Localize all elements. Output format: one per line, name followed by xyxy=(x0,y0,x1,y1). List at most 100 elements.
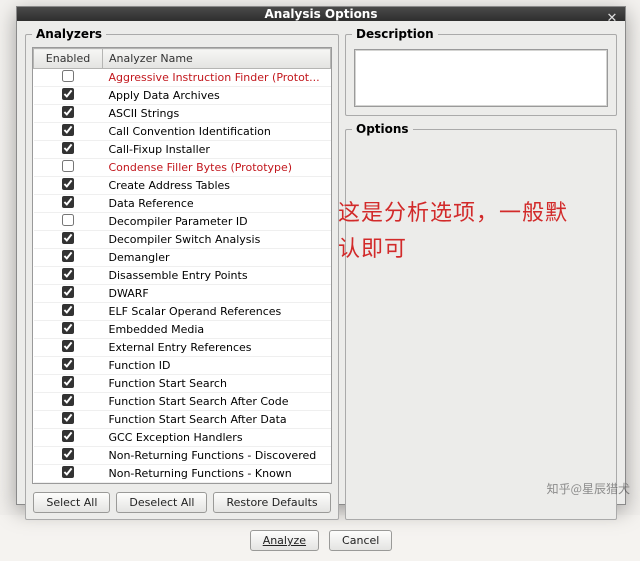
enable-checkbox[interactable] xyxy=(62,250,74,262)
enable-checkbox[interactable] xyxy=(62,106,74,118)
row-enabled-cell xyxy=(34,285,103,303)
table-row[interactable]: GCC Exception Handlers xyxy=(34,429,331,447)
enable-checkbox[interactable] xyxy=(62,70,74,82)
enable-checkbox[interactable] xyxy=(62,142,74,154)
analyzer-name[interactable]: Condense Filler Bytes (Prototype) xyxy=(103,159,331,177)
table-row[interactable]: Create Address Tables xyxy=(34,177,331,195)
table-row[interactable]: Call-Fixup Installer xyxy=(34,141,331,159)
table-row[interactable]: Disassemble Entry Points xyxy=(34,267,331,285)
table-row[interactable]: Demangler xyxy=(34,249,331,267)
analyzers-table-wrap[interactable]: Enabled Analyzer Name Aggressive Instruc… xyxy=(32,47,332,484)
analyzer-name[interactable]: Embedded Media xyxy=(103,321,331,339)
options-content xyxy=(352,142,610,513)
analyzer-name[interactable]: Function Start Search xyxy=(103,375,331,393)
table-row[interactable]: ASCII Strings xyxy=(34,105,331,123)
table-row[interactable]: Embedded Media xyxy=(34,321,331,339)
cancel-button[interactable]: Cancel xyxy=(329,530,392,551)
analyzer-name[interactable]: Decompiler Switch Analysis xyxy=(103,231,331,249)
analyzer-name[interactable]: Data Reference xyxy=(103,195,331,213)
analyzer-name[interactable]: GCC Exception Handlers xyxy=(103,429,331,447)
enable-checkbox[interactable] xyxy=(62,304,74,316)
analyzer-name[interactable]: Function Start Search After Code xyxy=(103,393,331,411)
analyzers-table: Enabled Analyzer Name Aggressive Instruc… xyxy=(33,48,331,483)
analyze-button[interactable]: Analyze xyxy=(250,530,319,551)
row-enabled-cell xyxy=(34,303,103,321)
row-enabled-cell xyxy=(34,213,103,231)
select-all-button[interactable]: Select All xyxy=(33,492,110,513)
analyzer-name[interactable]: Non-Returning Functions - Discovered xyxy=(103,447,331,465)
row-enabled-cell xyxy=(34,249,103,267)
analyzer-name[interactable]: Decompiler Parameter ID xyxy=(103,213,331,231)
table-row[interactable]: Non-Returning Functions - Discovered xyxy=(34,447,331,465)
table-row[interactable]: Decompiler Switch Analysis xyxy=(34,231,331,249)
table-header-row: Enabled Analyzer Name xyxy=(34,49,331,69)
row-enabled-cell xyxy=(34,105,103,123)
analyzer-name[interactable]: Demangler xyxy=(103,249,331,267)
enable-checkbox[interactable] xyxy=(62,376,74,388)
analyzer-name[interactable]: Function ID xyxy=(103,357,331,375)
enable-checkbox[interactable] xyxy=(62,340,74,352)
table-row[interactable]: Condense Filler Bytes (Prototype) xyxy=(34,159,331,177)
table-row[interactable]: DWARF xyxy=(34,285,331,303)
col-name-header[interactable]: Analyzer Name xyxy=(103,49,331,69)
analyzer-name[interactable]: ASCII Strings xyxy=(103,105,331,123)
analyzer-name[interactable]: Call Convention Identification xyxy=(103,123,331,141)
enable-checkbox[interactable] xyxy=(62,268,74,280)
enable-checkbox[interactable] xyxy=(62,394,74,406)
options-legend: Options xyxy=(352,122,413,136)
enable-checkbox[interactable] xyxy=(62,124,74,136)
close-icon[interactable]: ✕ xyxy=(603,9,621,27)
enable-checkbox[interactable] xyxy=(62,466,74,478)
analyzer-buttons: Select All Deselect All Restore Defaults xyxy=(32,484,332,513)
analysis-options-dialog: Analysis Options ✕ Analyzers Enabled Ana… xyxy=(16,6,626,505)
bottom-buttons: Analyze Cancel xyxy=(25,526,617,553)
table-row[interactable]: Function Start Search After Data xyxy=(34,411,331,429)
enable-checkbox[interactable] xyxy=(62,88,74,100)
row-enabled-cell xyxy=(34,141,103,159)
enable-checkbox[interactable] xyxy=(62,430,74,442)
table-row[interactable]: Function ID xyxy=(34,357,331,375)
row-enabled-cell xyxy=(34,177,103,195)
table-row[interactable]: Call Convention Identification xyxy=(34,123,331,141)
description-text xyxy=(354,49,608,107)
enable-checkbox[interactable] xyxy=(62,178,74,190)
analyzer-name[interactable]: External Entry References xyxy=(103,339,331,357)
enable-checkbox[interactable] xyxy=(62,412,74,424)
row-enabled-cell xyxy=(34,231,103,249)
analyzer-name[interactable]: Disassemble Entry Points xyxy=(103,267,331,285)
table-row[interactable]: Function Start Search xyxy=(34,375,331,393)
analyzer-name[interactable]: Aggressive Instruction Finder (Protot... xyxy=(103,69,331,87)
panes: Analyzers Enabled Analyzer Name Aggressi… xyxy=(25,27,617,520)
table-row[interactable]: Aggressive Instruction Finder (Protot... xyxy=(34,69,331,87)
enable-checkbox[interactable] xyxy=(62,358,74,370)
enable-checkbox[interactable] xyxy=(62,232,74,244)
table-row[interactable]: Data Reference xyxy=(34,195,331,213)
row-enabled-cell xyxy=(34,87,103,105)
analyzer-name[interactable]: DWARF xyxy=(103,285,331,303)
table-row[interactable]: Function Start Search After Code xyxy=(34,393,331,411)
analyzer-name[interactable]: Apply Data Archives xyxy=(103,87,331,105)
deselect-all-button[interactable]: Deselect All xyxy=(116,492,207,513)
analyzer-name[interactable]: Non-Returning Functions - Known xyxy=(103,465,331,483)
enable-checkbox[interactable] xyxy=(62,448,74,460)
row-enabled-cell xyxy=(34,429,103,447)
enable-checkbox[interactable] xyxy=(62,160,74,172)
analyzer-name[interactable]: Call-Fixup Installer xyxy=(103,141,331,159)
analyzers-legend: Analyzers xyxy=(32,27,106,41)
enable-checkbox[interactable] xyxy=(62,322,74,334)
analyzer-name[interactable]: ELF Scalar Operand References xyxy=(103,303,331,321)
col-enabled-header[interactable]: Enabled xyxy=(34,49,103,69)
restore-defaults-button[interactable]: Restore Defaults xyxy=(213,492,330,513)
analyzer-name[interactable]: Function Start Search After Data xyxy=(103,411,331,429)
enable-checkbox[interactable] xyxy=(62,214,74,226)
table-row[interactable]: Non-Returning Functions - Known xyxy=(34,465,331,483)
enable-checkbox[interactable] xyxy=(62,196,74,208)
table-row[interactable]: Apply Data Archives xyxy=(34,87,331,105)
table-row[interactable]: ELF Scalar Operand References xyxy=(34,303,331,321)
row-enabled-cell xyxy=(34,321,103,339)
table-row[interactable]: Decompiler Parameter ID xyxy=(34,213,331,231)
analyzer-name[interactable]: Create Address Tables xyxy=(103,177,331,195)
table-row[interactable]: External Entry References xyxy=(34,339,331,357)
enable-checkbox[interactable] xyxy=(62,286,74,298)
row-enabled-cell xyxy=(34,123,103,141)
